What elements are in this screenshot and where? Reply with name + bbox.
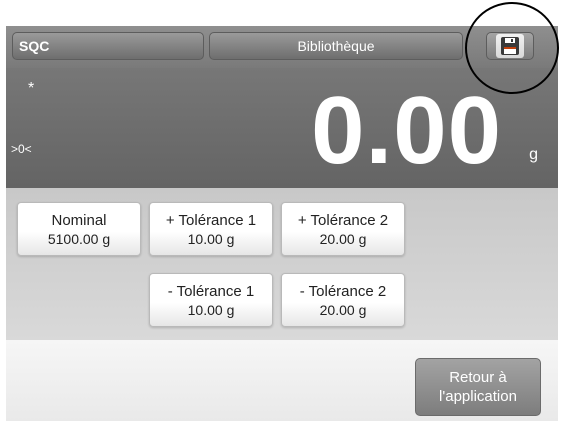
- application-menu-button[interactable]: SQC: [12, 32, 204, 60]
- weight-unit[interactable]: g: [529, 146, 538, 164]
- plus-tolerance-2-button[interactable]: + Tolérance 2 20.00 g: [281, 202, 405, 256]
- weight-readout: 0.00: [311, 77, 502, 184]
- minus-tolerance-1-value: 10.00 g: [187, 302, 235, 318]
- plus-tolerance-1-button[interactable]: + Tolérance 1 10.00 g: [149, 202, 273, 256]
- minus-tolerance-1-label: - Tolérance 1: [167, 283, 255, 300]
- nominal-value: 5100.00 g: [47, 231, 111, 247]
- weight-display: * >0< 0.00 g: [6, 68, 558, 188]
- nominal-button[interactable]: Nominal 5100.00 g: [17, 202, 141, 256]
- nominal-label: Nominal: [51, 212, 107, 229]
- back-button-line-1: Retour à: [449, 369, 507, 386]
- minus-tolerance-2-label: - Tolérance 2: [299, 283, 387, 300]
- plus-tolerance-2-label: + Tolérance 2: [297, 212, 389, 229]
- library-button[interactable]: Bibliothèque: [209, 32, 463, 60]
- center-of-zero-indicator: >0<: [11, 142, 32, 156]
- minus-tolerance-2-value: 20.00 g: [319, 302, 367, 318]
- minus-tolerance-1-button[interactable]: - Tolérance 1 10.00 g: [149, 273, 273, 327]
- footer-bar: Retour à l'application: [6, 340, 558, 421]
- balance-screen: SQC Bibliothèque * >0< 0.00 g Nominal 51…: [6, 26, 558, 421]
- highlight-circle: [465, 2, 559, 94]
- back-to-application-button[interactable]: Retour à l'application: [415, 358, 541, 416]
- minus-tolerance-2-button[interactable]: - Tolérance 2 20.00 g: [281, 273, 405, 327]
- plus-tolerance-1-value: 10.00 g: [187, 231, 235, 247]
- reference-fields: Nominal 5100.00 g + Tolérance 1 10.00 g …: [6, 188, 558, 340]
- back-button-line-2: l'application: [439, 388, 517, 405]
- plus-tolerance-1-label: + Tolérance 1: [165, 212, 257, 229]
- stability-indicator: *: [28, 80, 35, 97]
- plus-tolerance-2-value: 20.00 g: [319, 231, 367, 247]
